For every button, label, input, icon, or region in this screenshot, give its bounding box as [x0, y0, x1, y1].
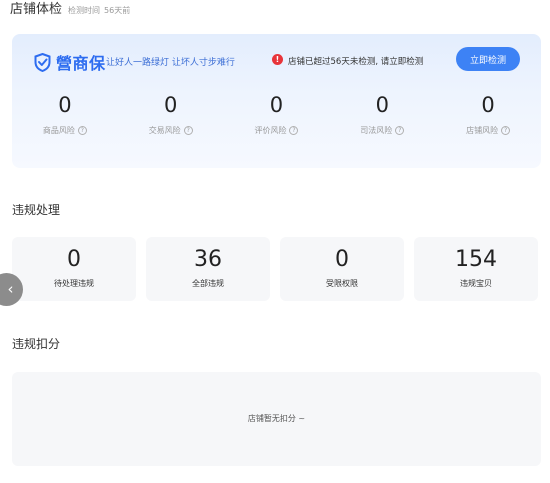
risk-label: 司法风险? — [329, 125, 435, 136]
check-time-value: 56天前 — [104, 6, 131, 15]
check-time-label: 检测时间 — [68, 6, 101, 15]
question-circle-icon[interactable]: ? — [289, 126, 299, 135]
deductions-empty-state: 店铺暂无扣分 ~ — [12, 372, 541, 466]
brand-name: 營商保 — [56, 54, 106, 73]
risk-item-product[interactable]: 0 商品风险? — [12, 91, 118, 151]
question-circle-icon[interactable]: ? — [501, 126, 511, 135]
exclamation-circle-icon: ! — [272, 54, 283, 65]
alert-message: 店铺已超过56天未检测, 请立即检测 — [288, 57, 424, 67]
stat-label: 受限权限 — [326, 279, 358, 288]
risk-label-text: 交易风险 — [148, 126, 181, 135]
risk-label: 交易风险? — [118, 125, 224, 136]
page-title: 店铺体检 — [10, 2, 63, 17]
violations-section-title: 违规处理 — [12, 203, 61, 217]
brand-logo: 營商保 — [34, 50, 106, 74]
stat-value: 0 — [67, 247, 81, 272]
brand-slogan: 让好人一路绿灯 让坏人寸步难行 — [106, 58, 235, 68]
question-circle-icon[interactable]: ? — [183, 126, 193, 135]
stat-value: 36 — [194, 247, 222, 272]
stat-label: 待处理违规 — [54, 279, 94, 288]
stat-label: 违规宝贝 — [460, 279, 492, 288]
stat-card-pending[interactable]: 0 待处理违规 — [12, 237, 136, 301]
question-circle-icon[interactable]: ? — [77, 126, 87, 135]
stat-card-restricted[interactable]: 0 受限权限 — [280, 237, 404, 301]
stat-card-all[interactable]: 36 全部违规 — [146, 237, 270, 301]
stat-value: 0 — [335, 247, 349, 272]
empty-message: 店铺暂无扣分 ~ — [247, 414, 306, 423]
risk-label: 店铺风险? — [435, 125, 541, 136]
check-time: 检测时间 56天前 — [68, 5, 130, 16]
risk-value: 0 — [164, 93, 178, 117]
stat-label: 全部违规 — [192, 279, 224, 288]
page-header: 店铺体检 检测时间 56天前 — [10, 0, 130, 17]
violation-stats: 0 待处理违规 36 全部违规 0 受限权限 154 违规宝贝 — [12, 237, 538, 301]
risk-label: 商品风险? — [12, 125, 118, 136]
shop-health-card: 營商保 让好人一路绿灯 让坏人寸步难行 ! 店铺已超过56天未检测, 请立即检测… — [12, 34, 541, 168]
risk-item-judicial[interactable]: 0 司法风险? — [329, 91, 435, 151]
deductions-section-title: 违规扣分 — [12, 337, 61, 351]
risk-summary: 0 商品风险? 0 交易风险? 0 评价风险? 0 司法风险? 0 店铺风险? — [12, 91, 541, 151]
risk-item-trade[interactable]: 0 交易风险? — [118, 91, 224, 151]
risk-label-text: 商品风险 — [42, 126, 75, 135]
risk-label-text: 店铺风险 — [466, 126, 499, 135]
risk-item-review[interactable]: 0 评价风险? — [224, 91, 330, 151]
risk-label-text: 评价风险 — [254, 126, 287, 135]
risk-label-text: 司法风险 — [360, 126, 393, 135]
risk-label: 评价风险? — [224, 125, 330, 136]
question-circle-icon[interactable]: ? — [395, 126, 405, 135]
risk-value: 0 — [269, 93, 284, 117]
stat-value: 154 — [455, 247, 497, 272]
risk-value: 0 — [481, 93, 495, 117]
risk-value: 0 — [375, 93, 389, 117]
detect-now-button[interactable]: 立即检测 — [456, 47, 520, 71]
risk-value: 0 — [58, 93, 72, 117]
shield-check-icon — [34, 52, 51, 72]
risk-item-shop[interactable]: 0 店铺风险? — [435, 91, 541, 151]
stat-card-items[interactable]: 154 违规宝贝 — [414, 237, 538, 301]
